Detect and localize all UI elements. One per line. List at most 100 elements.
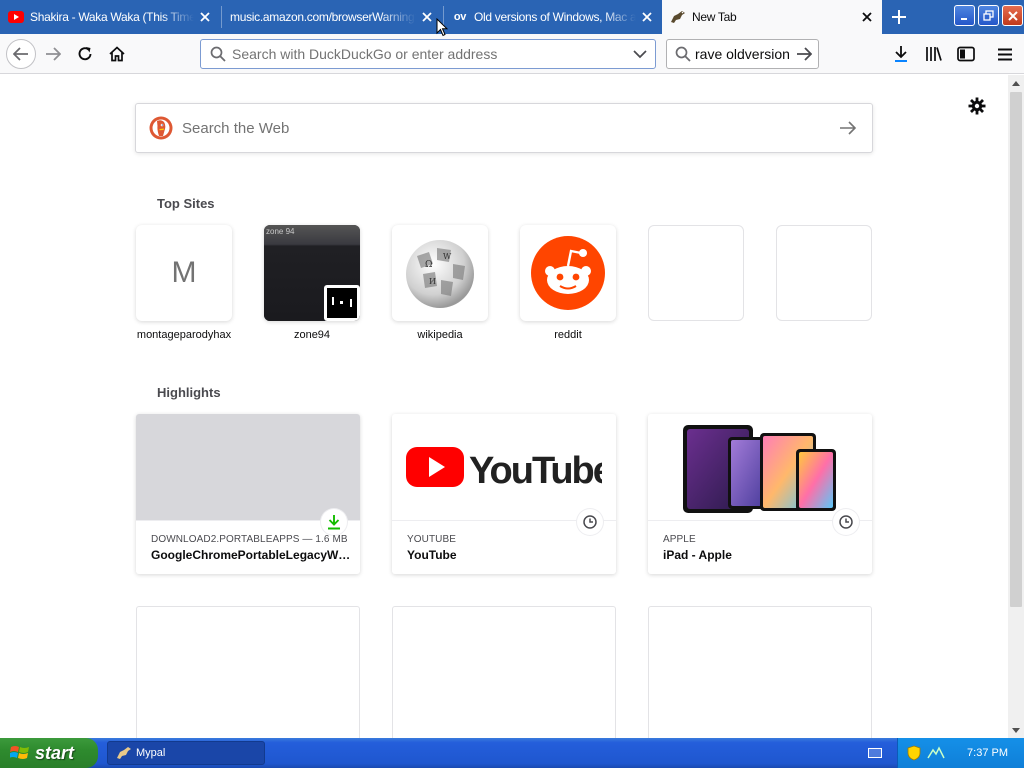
sidebar-icon: [957, 46, 975, 62]
reload-icon: [78, 47, 92, 61]
top-site-tile[interactable]: zone 94: [264, 225, 360, 321]
arrow-down-icon: [1012, 727, 1020, 733]
web-search-placeholder: Search the Web: [182, 119, 290, 137]
top-site-zone94[interactable]: zone 94 zone94: [264, 225, 360, 341]
zone94-favicon: [324, 285, 360, 321]
network-icon[interactable]: [927, 746, 945, 760]
windows-taskbar: start Mypal 7:37 PM: [0, 738, 1024, 768]
card-source: YOUTUBE: [407, 534, 457, 545]
taskbar-item-label: Mypal: [136, 747, 166, 759]
shield-icon[interactable]: [907, 745, 921, 761]
search-input[interactable]: rave oldversion: [695, 46, 796, 62]
system-tray: 7:37 PM: [897, 738, 1024, 768]
reddit-icon: [531, 236, 605, 310]
tab-oldversion[interactable]: ov Old versions of Windows, Mac and Linu…: [444, 0, 662, 34]
minimize-button[interactable]: [954, 5, 975, 26]
chevron-down-icon[interactable]: [633, 49, 647, 59]
close-tab-icon[interactable]: [416, 6, 438, 28]
customize-button[interactable]: [964, 93, 990, 119]
svg-text:И: И: [429, 277, 436, 286]
arrow-right-icon: [46, 47, 61, 61]
tab-amazon-music[interactable]: music.amazon.com/browserWarning?0: [222, 0, 442, 34]
search-icon: [210, 46, 226, 62]
tab-title: Shakira - Waka Waka (This Time for Afric…: [30, 10, 194, 24]
navigation-toolbar: Search with DuckDuckGo or enter address …: [0, 34, 1024, 74]
scrollbar-thumb[interactable]: [1010, 92, 1022, 607]
close-tab-icon[interactable]: [636, 6, 658, 28]
top-site-tile[interactable]: [520, 225, 616, 321]
tab-new-tab[interactable]: New Tab: [662, 0, 882, 34]
start-button[interactable]: start: [0, 738, 98, 768]
keyboard-icon[interactable]: [868, 748, 882, 758]
card-image: [136, 414, 360, 521]
reload-button[interactable]: [70, 39, 100, 69]
home-button[interactable]: [102, 39, 132, 69]
address-bar[interactable]: Search with DuckDuckGo or enter address: [200, 39, 656, 69]
plus-icon: [892, 10, 906, 24]
top-site-placeholder: [648, 225, 744, 321]
home-icon: [109, 46, 125, 62]
highlight-placeholder: [392, 606, 616, 738]
download-icon: [895, 46, 907, 62]
tab-shakira[interactable]: Shakira - Waka Waka (This Time for Afric…: [0, 0, 220, 34]
clock-icon: [577, 509, 603, 535]
top-site-tile[interactable]: Ω W И: [392, 225, 488, 321]
downloads-button[interactable]: [886, 39, 916, 69]
vertical-scrollbar[interactable]: [1008, 75, 1024, 738]
highlight-card-download[interactable]: DOWNLOAD2.PORTABLEAPPS — 1.6 MB GoogleCh…: [136, 414, 360, 574]
close-tab-icon[interactable]: [194, 6, 216, 28]
restore-button[interactable]: [978, 5, 999, 26]
top-site-placeholder: [776, 225, 872, 321]
duckduckgo-icon: [149, 116, 173, 140]
close-tab-icon[interactable]: [856, 6, 878, 28]
ipad-lineup-image: [683, 425, 836, 513]
clock-icon: [833, 509, 859, 535]
card-title: GoogleChromePortableLegacyWin7_109.0.541…: [151, 548, 351, 562]
top-site-label: wikipedia: [417, 329, 463, 341]
top-site-montageparodyhax[interactable]: M montageparodyhax: [136, 225, 232, 341]
card-source: DOWNLOAD2.PORTABLEAPPS — 1.6 MB: [151, 534, 348, 545]
arrow-up-icon: [1012, 80, 1020, 86]
tab-strip: Shakira - Waka Waka (This Time for Afric…: [0, 0, 1024, 34]
top-site-wikipedia[interactable]: Ω W И wikipedia: [392, 225, 488, 341]
close-icon: [1007, 10, 1018, 21]
arrow-right-icon[interactable]: [796, 47, 812, 61]
zone94-logo-text: zone 94: [266, 227, 295, 236]
library-button[interactable]: [919, 39, 949, 69]
minimize-icon: [960, 17, 967, 20]
new-tab-button[interactable]: [884, 4, 914, 30]
sidebar-button[interactable]: [951, 39, 981, 69]
back-button[interactable]: [6, 39, 36, 69]
dino-icon: [117, 747, 131, 759]
top-site-label: montageparodyhax: [136, 329, 232, 341]
highlight-card-youtube[interactable]: YouTube YOUTUBE YouTube: [392, 414, 616, 574]
site-letter: M: [171, 256, 197, 289]
scroll-up-button[interactable]: [1008, 75, 1024, 91]
search-submit-button[interactable]: [828, 108, 868, 148]
dino-icon: [670, 9, 686, 25]
tab-title: New Tab: [692, 10, 737, 24]
top-site-tile[interactable]: M: [136, 225, 232, 321]
window-close-button[interactable]: [1002, 5, 1023, 26]
scroll-down-button[interactable]: [1008, 722, 1024, 738]
restore-icon: [983, 10, 994, 21]
highlight-placeholder: [136, 606, 360, 738]
forward-button[interactable]: [38, 39, 68, 69]
youtube-logo: YouTube: [406, 447, 602, 491]
tab-title: Old versions of Windows, Mac and Linux: [474, 10, 636, 24]
windows-logo-icon: [10, 746, 29, 759]
svg-text:W: W: [443, 252, 452, 261]
menu-button[interactable]: [990, 39, 1020, 69]
card-image: [648, 414, 872, 521]
top-site-reddit[interactable]: reddit: [520, 225, 616, 341]
search-bar[interactable]: rave oldversion: [666, 39, 819, 69]
wikipedia-globe-icon: Ω W И: [406, 240, 474, 308]
highlight-card-apple[interactable]: APPLE iPad - Apple: [648, 414, 872, 574]
web-search-box[interactable]: Search the Web: [135, 103, 873, 153]
highlights-heading: Highlights: [157, 385, 221, 400]
empty-site-tile: [776, 225, 872, 321]
search-icon: [675, 46, 691, 62]
taskbar-item-mypal[interactable]: Mypal: [107, 741, 265, 765]
youtube-icon: [8, 9, 24, 25]
mouse-cursor-icon: [436, 18, 448, 37]
